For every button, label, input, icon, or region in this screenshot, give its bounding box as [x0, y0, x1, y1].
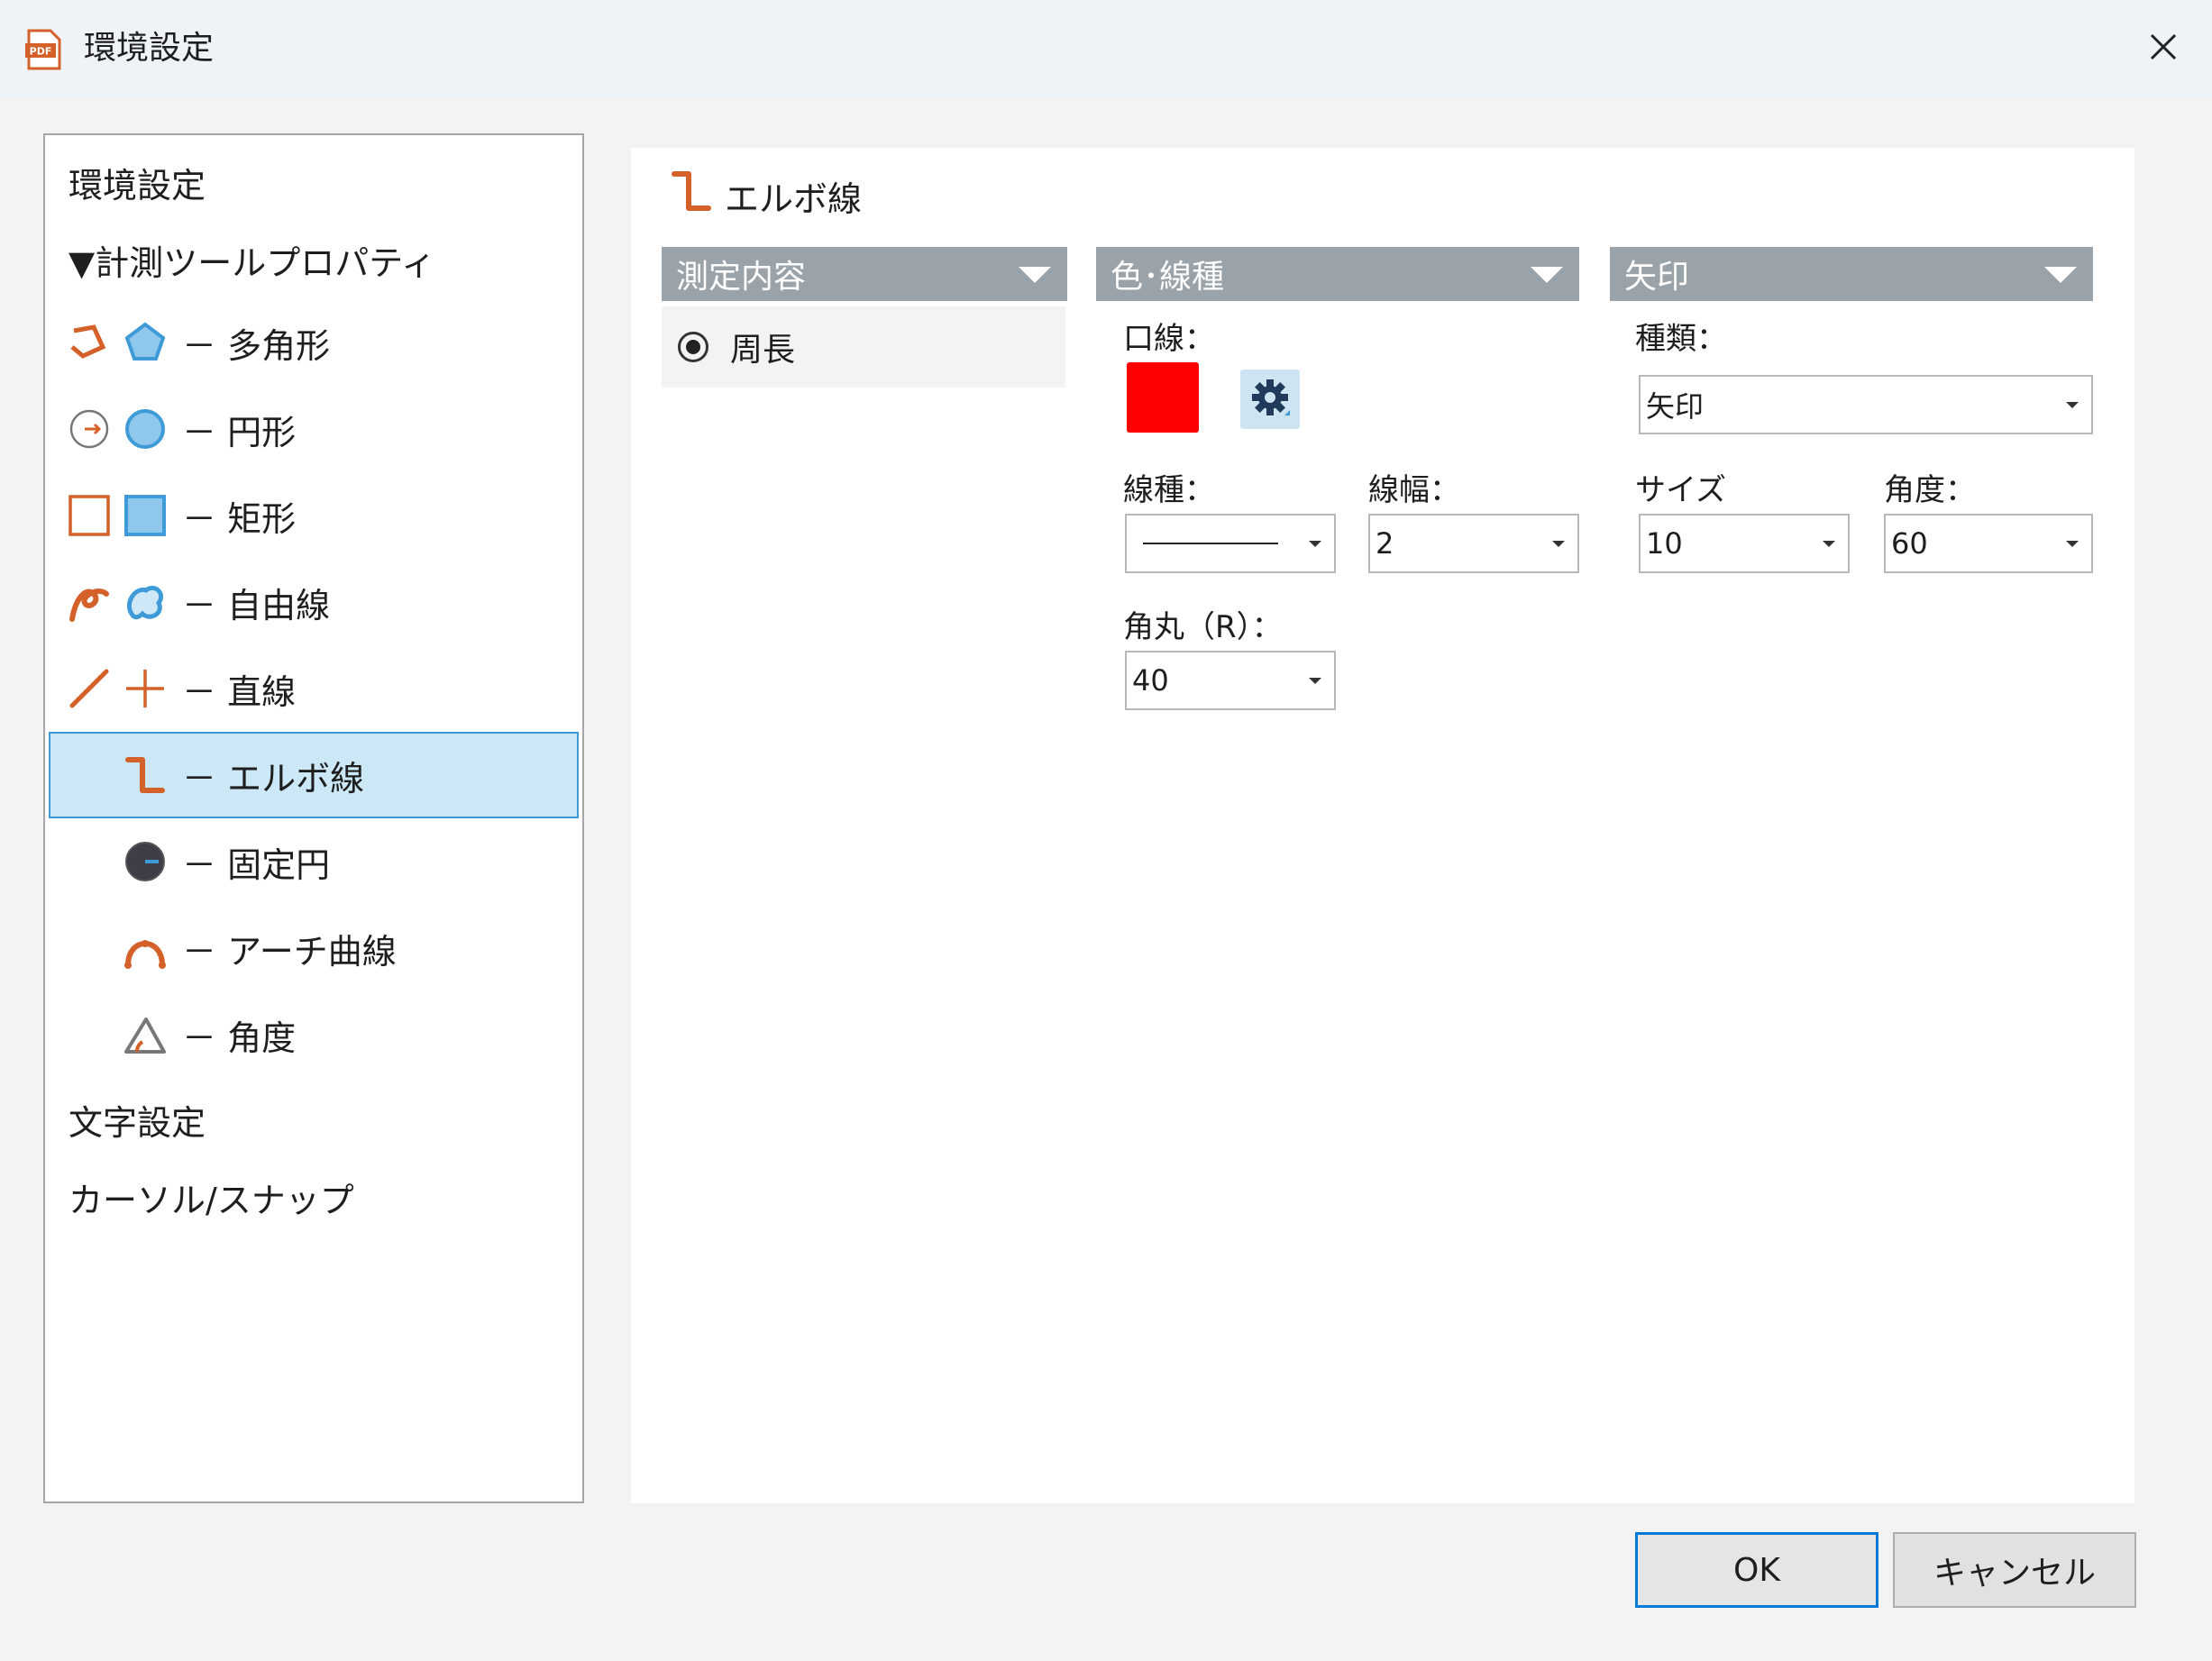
line-type-label: 線種：: [1123, 472, 1215, 508]
line-type-dropdown[interactable]: [1125, 514, 1336, 573]
line-width-dropdown[interactable]: 2: [1368, 514, 1579, 573]
arrow-type-dropdown[interactable]: 矢印: [1639, 375, 2093, 434]
freehand-measure-icon: [67, 580, 112, 625]
tree-item-fixed-circle[interactable]: － 固定円: [123, 818, 330, 905]
section-header-arrow[interactable]: 矢印: [1610, 247, 2093, 301]
corner-radius-dropdown[interactable]: 40: [1125, 651, 1336, 710]
measure-option-perimeter[interactable]: 周長: [662, 306, 1065, 388]
polygon-measure-icon: [67, 320, 112, 365]
arrow-angle-dropdown[interactable]: 60: [1884, 514, 2093, 573]
tree-item-angle[interactable]: － 角度: [123, 991, 296, 1078]
close-button[interactable]: [2129, 20, 2198, 78]
tree-item-rectangle[interactable]: － 矩形: [67, 472, 296, 559]
chevron-down-icon: [1552, 541, 1565, 547]
tree-item-preferences[interactable]: 環境設定: [65, 139, 206, 225]
chevron-down-icon: [1823, 541, 1835, 547]
cancel-button[interactable]: キャンセル: [1893, 1532, 2136, 1608]
gear-icon: [1248, 376, 1292, 423]
arrow-angle-label: 角度：: [1884, 472, 1976, 508]
line-color-label: 口線：: [1123, 321, 1215, 357]
radio-button[interactable]: [678, 332, 708, 362]
tree-item-circle[interactable]: － 円形: [67, 386, 296, 472]
chevron-down-icon: [2066, 402, 2079, 408]
angle-icon: [123, 1012, 168, 1057]
tree-item-elbow-line[interactable]: － エルボ線: [49, 732, 579, 818]
polygon-area-icon: [123, 320, 168, 365]
line-width-label: 線幅：: [1368, 472, 1460, 508]
close-icon: [2149, 32, 2178, 65]
arrow-type-label: 種類：: [1635, 321, 1727, 357]
ok-button[interactable]: OK: [1635, 1532, 1878, 1608]
crosshair-icon: [123, 666, 168, 711]
elbow-line-icon: [123, 753, 168, 798]
line-color-swatch[interactable]: [1127, 362, 1199, 433]
chevron-down-icon: [2066, 541, 2079, 547]
pdf-icon: PDF: [23, 29, 65, 70]
chevron-down-icon: [1309, 678, 1321, 684]
freehand-area-icon: [123, 580, 168, 625]
elbow-line-icon: [669, 167, 714, 225]
solid-line-preview: [1143, 543, 1278, 544]
line-measure-icon: [67, 666, 112, 711]
tree-item-polygon[interactable]: － 多角形: [67, 299, 330, 386]
section-header-measure[interactable]: 測定内容: [662, 247, 1067, 301]
corner-radius-label: 角丸（R）：: [1123, 609, 1283, 645]
tree-item-measure-tool-properties[interactable]: ▼計測ツールプロパティ: [65, 216, 435, 303]
tree-item-freehand[interactable]: － 自由線: [67, 559, 330, 645]
arrow-size-dropdown[interactable]: 10: [1639, 514, 1850, 573]
color-settings-button[interactable]: [1240, 370, 1300, 429]
tree-item-cursor-snap[interactable]: カーソル/スナップ: [65, 1154, 354, 1240]
circle-measure-icon: [67, 406, 112, 452]
chevron-down-icon: [1531, 267, 1563, 283]
rectangle-measure-icon: [67, 493, 112, 538]
tree-item-arch-curve[interactable]: － アーチ曲線: [123, 905, 397, 991]
tree-item-line[interactable]: － 直線: [67, 645, 296, 732]
panel-title-label: エルボ線: [725, 178, 863, 219]
arrow-size-label: サイズ: [1635, 472, 1726, 508]
svg-text:PDF: PDF: [30, 46, 52, 58]
panel-title: エルボ線: [669, 164, 862, 227]
window-title: 環境設定: [84, 30, 215, 67]
title-bar: PDF 環境設定: [0, 0, 2212, 97]
tree-item-text-settings[interactable]: 文字設定: [65, 1076, 206, 1163]
fixed-circle-icon: [123, 839, 168, 884]
chevron-down-icon: [1309, 541, 1321, 547]
settings-tree: 環境設定 ▼計測ツールプロパティ － 多角形 － 円形 － 矩形 － 自由線 －…: [43, 133, 584, 1503]
circle-area-icon: [123, 406, 168, 452]
chevron-down-icon: [2044, 267, 2077, 283]
arch-curve-icon: [123, 926, 168, 971]
rectangle-area-icon: [123, 493, 168, 538]
section-header-color-linetype[interactable]: 色･線種: [1096, 247, 1579, 301]
chevron-down-icon: [1019, 267, 1051, 283]
properties-panel: エルボ線 測定内容 色･線種 矢印 周長 口線： 線種： 線幅： 2 角丸（R）…: [631, 148, 2134, 1503]
